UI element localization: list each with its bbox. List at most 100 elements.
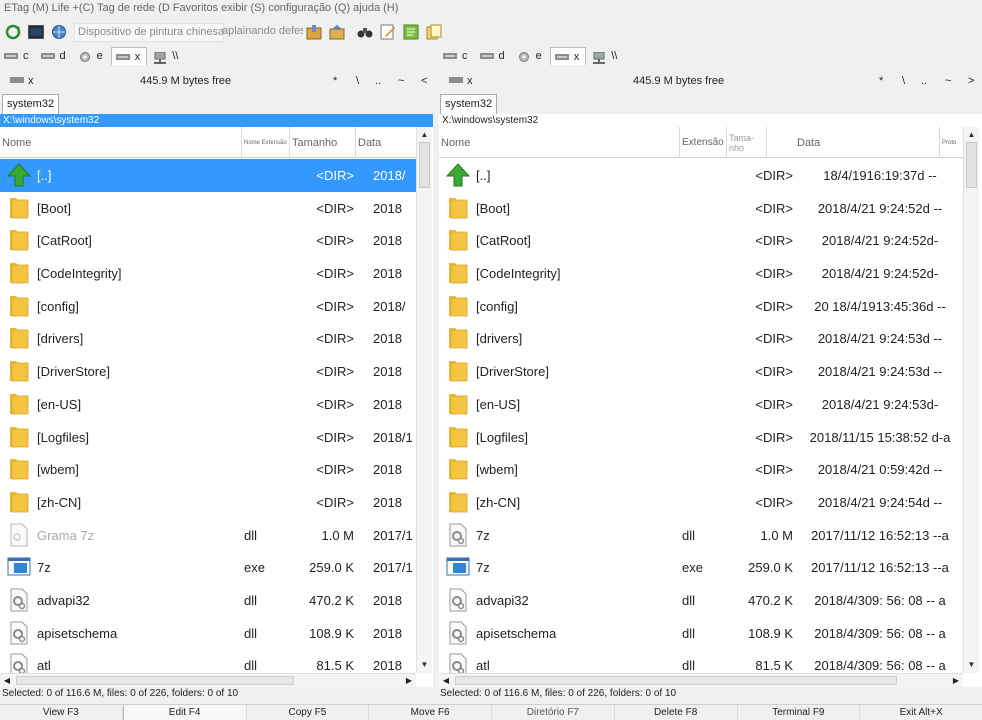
column-attributes[interactable]: Proto xyxy=(940,127,963,158)
file-row[interactable]: [CodeIntegrity] <DIR> 2018/4/21 9:24:52d- xyxy=(439,257,963,290)
nav-home-button[interactable]: ~ xyxy=(398,75,404,87)
scroll-left-arrow[interactable]: ◀ xyxy=(0,674,14,687)
file-row[interactable]: [drivers] <DIR> 2018 xyxy=(0,322,416,355)
vertical-scrollbar[interactable]: ▲ ▼ xyxy=(963,127,979,673)
file-row[interactable]: [CodeIntegrity] <DIR> 2018 xyxy=(0,257,416,290)
drive-button-x[interactable]: x xyxy=(549,47,587,65)
scroll-thumb[interactable] xyxy=(419,142,430,188)
scroll-up-arrow[interactable]: ▲ xyxy=(417,127,432,141)
nav-backslash-button[interactable]: \ xyxy=(902,75,905,87)
scroll-left-arrow[interactable]: ◀ xyxy=(439,674,453,687)
nav-home-button[interactable]: ~ xyxy=(945,75,951,87)
extract-icon[interactable] xyxy=(327,22,347,42)
file-row[interactable]: apisetschema dll 108.9 K 2018/4/309: 56: 08… xyxy=(439,617,963,650)
column-name[interactable]: Nome xyxy=(0,127,242,158)
column-size[interactable]: Tamanho xyxy=(290,127,356,158)
drive-button-network[interactable]: \\ xyxy=(588,47,623,65)
file-row[interactable]: [Boot] <DIR> 2018 xyxy=(0,192,416,225)
scroll-right-arrow[interactable]: ▶ xyxy=(402,674,416,687)
notes-icon[interactable] xyxy=(401,22,421,42)
view-button[interactable]: View F3 xyxy=(0,705,123,720)
drive-button-d[interactable]: d xyxy=(37,47,72,65)
nav-parent-button[interactable]: .. xyxy=(921,75,927,87)
file-row[interactable]: [zh-CN] <DIR> 2018 xyxy=(0,486,416,519)
edit-button[interactable]: Edit F4 xyxy=(122,705,247,720)
refresh-icon[interactable] xyxy=(3,22,23,42)
column-extension[interactable]: Nome Extensão xyxy=(242,127,290,158)
scroll-thumb[interactable] xyxy=(455,676,897,685)
drive-button-d[interactable]: d xyxy=(476,47,511,65)
tab-system32[interactable]: system32 xyxy=(2,94,60,114)
nav-forward-button[interactable]: > xyxy=(968,75,974,87)
file-row[interactable]: [Boot] <DIR> 2018/4/21 9:24:52d -- xyxy=(439,192,963,225)
copy-button[interactable]: Copy F5 xyxy=(247,705,370,720)
file-row[interactable]: Grama 7z dll 1.0 M 2017/1 xyxy=(0,519,416,552)
file-row[interactable]: [CatRoot] <DIR> 2018/4/21 9:24:52d- xyxy=(439,224,963,257)
nav-root-button[interactable]: * xyxy=(333,75,337,87)
file-row[interactable]: [en-US] <DIR> 2018/4/21 9:24:53d- xyxy=(439,388,963,421)
scroll-up-arrow[interactable]: ▲ xyxy=(964,127,979,141)
horizontal-scrollbar[interactable]: ◀ ▶ xyxy=(0,673,416,687)
nav-parent-button[interactable]: .. xyxy=(375,75,381,87)
scroll-down-arrow[interactable]: ▼ xyxy=(964,657,979,671)
column-name[interactable]: Nome xyxy=(439,127,680,158)
scroll-thumb[interactable] xyxy=(16,676,294,685)
terminal-icon[interactable] xyxy=(26,22,46,42)
directory-button[interactable]: Diretório F7 xyxy=(492,705,615,720)
drive-button-network[interactable]: \\ xyxy=(149,47,184,65)
archive-icon[interactable] xyxy=(304,22,324,42)
tab-system32[interactable]: system32 xyxy=(440,94,498,114)
file-row[interactable]: [drivers] <DIR> 2018/4/21 9:24:53d -- xyxy=(439,322,963,355)
binoculars-icon[interactable] xyxy=(355,22,375,42)
file-row[interactable]: [wbem] <DIR> 2018 xyxy=(0,453,416,486)
horizontal-scrollbar[interactable]: ◀ ▶ xyxy=(439,673,963,687)
drive-button-c[interactable]: c xyxy=(439,47,474,65)
address-bar[interactable]: X:\windows\system32 xyxy=(439,114,982,127)
file-row[interactable]: [Logfiles] <DIR> 2018/11/15 15:38:52 d-a xyxy=(439,421,963,454)
file-row[interactable]: advapi32 dll 470.2 K 2018/4/309: 56: 08 -- … xyxy=(439,584,963,617)
file-row[interactable]: [config] <DIR> 20 18/4/1913:45:36d -- xyxy=(439,290,963,323)
toolbar-combo-1[interactable]: Dispositivo de pintura chinesa xyxy=(74,23,224,42)
delete-button[interactable]: Delete F8 xyxy=(615,705,738,720)
address-bar[interactable]: X:\windows\system32 xyxy=(0,114,433,127)
exit-button[interactable]: Exit Alt+X xyxy=(860,705,982,720)
file-row[interactable]: apisetschema dll 108.9 K 2018 xyxy=(0,617,416,650)
scroll-right-arrow[interactable]: ▶ xyxy=(949,674,963,687)
file-row[interactable]: [DriverStore] <DIR> 2018 xyxy=(0,355,416,388)
menu-bar[interactable]: ETag (M) Life +(C) Tag de rede (D Favori… xyxy=(0,0,982,17)
file-row[interactable]: [..] <DIR> 2018/ xyxy=(0,159,416,192)
nav-root-button[interactable]: * xyxy=(879,75,883,87)
column-extension[interactable]: Extensão xyxy=(680,127,727,158)
file-row[interactable]: [CatRoot] <DIR> 2018 xyxy=(0,224,416,257)
copy-names-icon[interactable] xyxy=(424,22,444,42)
toolbar-combo-2[interactable]: aplainando defesa xyxy=(221,23,303,42)
terminal-button[interactable]: Terminal F9 xyxy=(738,705,861,720)
column-date[interactable]: Data xyxy=(795,127,940,158)
file-row[interactable]: [..] <DIR> 18/4/1916:19:37d -- xyxy=(439,159,963,192)
file-row[interactable]: advapi32 dll 470.2 K 2018 xyxy=(0,584,416,617)
drive-button-x[interactable]: x xyxy=(110,47,148,65)
file-row[interactable]: [DriverStore] <DIR> 2018/4/21 9:24:53d -- xyxy=(439,355,963,388)
file-row[interactable]: 7z exe 259.0 K 2017/11/12 16:52:13 --a xyxy=(439,551,963,584)
drive-button-e[interactable]: e xyxy=(74,47,109,65)
column-date[interactable]: Data xyxy=(356,127,416,158)
file-name: [wbem] xyxy=(476,462,518,478)
file-row[interactable]: [wbem] <DIR> 2018/4/21 0:59:42d -- xyxy=(439,453,963,486)
column-size[interactable]: Tama-nho xyxy=(727,127,767,158)
nav-back-button[interactable]: < xyxy=(421,75,427,87)
vertical-scrollbar[interactable]: ▲ ▼ xyxy=(416,127,432,673)
network-icon[interactable] xyxy=(49,22,69,42)
scroll-thumb[interactable] xyxy=(966,142,977,188)
scroll-down-arrow[interactable]: ▼ xyxy=(417,657,432,671)
file-row[interactable]: 7z exe 259.0 K 2017/1 xyxy=(0,551,416,584)
drive-button-e[interactable]: e xyxy=(513,47,548,65)
file-row[interactable]: [Logfiles] <DIR> 2018/1 xyxy=(0,421,416,454)
file-row[interactable]: 7z dll 1.0 M 2017/11/12 16:52:13 --a xyxy=(439,519,963,552)
nav-backslash-button[interactable]: \ xyxy=(356,75,359,87)
move-button[interactable]: Move F6 xyxy=(369,705,492,720)
drive-button-c[interactable]: c xyxy=(0,47,35,65)
file-row[interactable]: [zh-CN] <DIR> 2018/4/21 9:24:54d -- xyxy=(439,486,963,519)
file-row[interactable]: [config] <DIR> 2018/ xyxy=(0,290,416,323)
edit-icon[interactable] xyxy=(378,22,398,42)
file-row[interactable]: [en-US] <DIR> 2018 xyxy=(0,388,416,421)
